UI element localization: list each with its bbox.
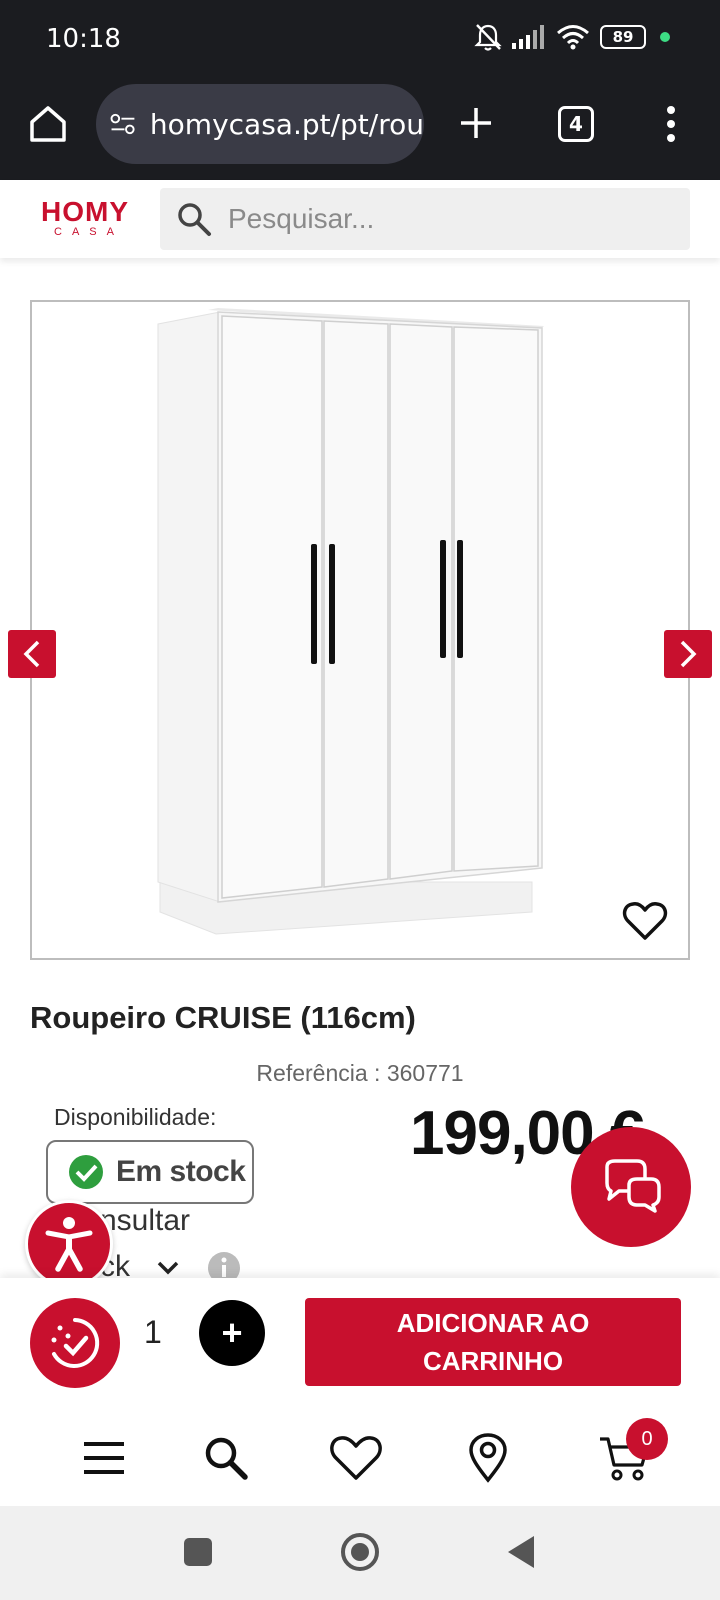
cart-count-badge: 0 bbox=[626, 1418, 668, 1460]
chevron-down-icon bbox=[158, 1261, 179, 1275]
site-header: HOMY CASA Pesquisar... bbox=[0, 180, 720, 258]
url-bar[interactable]: homycasa.pt/pt/rou bbox=[96, 84, 424, 164]
add-to-cart-button[interactable]: ADICIONAR AO CARRINHO bbox=[305, 1298, 681, 1386]
hamburger-menu-icon bbox=[84, 1442, 124, 1474]
home-circle-icon[interactable] bbox=[339, 1531, 381, 1573]
accessibility-button[interactable] bbox=[25, 1200, 113, 1288]
android-navigation-bar bbox=[0, 1506, 720, 1600]
heart-icon bbox=[330, 1436, 382, 1480]
stock-status-badge: Em stock bbox=[46, 1140, 254, 1204]
battery-indicator: 89 bbox=[600, 25, 646, 49]
browser-toolbar: homycasa.pt/pt/rou 4 bbox=[0, 80, 720, 180]
bottom-navigation bbox=[0, 1404, 720, 1506]
new-tab-icon[interactable] bbox=[455, 102, 497, 144]
homy-casa-logo[interactable]: HOMY CASA bbox=[38, 198, 132, 239]
check-circle-icon bbox=[69, 1155, 103, 1189]
status-icons: 89 bbox=[474, 22, 670, 52]
chat-button[interactable] bbox=[571, 1127, 691, 1247]
wishlist-heart-icon[interactable] bbox=[622, 900, 668, 942]
consult-stock-link[interactable]: nsultar bbox=[100, 1204, 190, 1238]
chevron-right-icon bbox=[680, 640, 697, 668]
recent-apps-icon[interactable] bbox=[182, 1536, 214, 1568]
url-text: homycasa.pt/pt/rou bbox=[149, 107, 424, 141]
next-image-button[interactable] bbox=[664, 630, 712, 678]
location-pin-icon bbox=[469, 1433, 507, 1483]
search-placeholder: Pesquisar... bbox=[228, 203, 375, 234]
bell-off-icon bbox=[474, 24, 502, 51]
wifi-icon bbox=[557, 25, 589, 50]
fast-check-icon bbox=[51, 1318, 100, 1368]
nav-menu[interactable] bbox=[76, 1430, 132, 1486]
search-input[interactable]: Pesquisar... bbox=[160, 188, 690, 250]
product-image[interactable] bbox=[30, 300, 690, 960]
quantity-value[interactable]: 1 bbox=[144, 1314, 162, 1351]
accessibility-icon bbox=[45, 1217, 93, 1272]
chevron-left-icon bbox=[23, 640, 40, 668]
wardrobe-image bbox=[157, 308, 544, 935]
availability-label: Disponibilidade: bbox=[54, 1104, 217, 1130]
fast-delivery-button[interactable] bbox=[30, 1298, 120, 1388]
add-to-cart-bar: 1 + ADICIONAR AO CARRINHO bbox=[0, 1278, 720, 1404]
site-settings-icon[interactable] bbox=[110, 110, 136, 138]
nav-search[interactable] bbox=[198, 1430, 254, 1486]
back-triangle-icon[interactable] bbox=[506, 1534, 538, 1570]
more-menu-icon[interactable] bbox=[660, 104, 682, 144]
nav-wishlist[interactable] bbox=[328, 1430, 384, 1486]
signal-icon bbox=[512, 25, 544, 49]
product-title: Roupeiro CRUISE (116cm) bbox=[30, 1000, 416, 1035]
chat-bubbles-icon bbox=[605, 1159, 661, 1213]
status-bar: 10:18 89 bbox=[0, 0, 720, 80]
nav-stores[interactable] bbox=[460, 1430, 516, 1486]
status-time: 10:18 bbox=[46, 24, 121, 54]
tab-switcher-button[interactable]: 4 bbox=[558, 106, 594, 142]
home-icon[interactable] bbox=[26, 102, 70, 146]
product-reference: Referência : 360771 bbox=[256, 1060, 464, 1086]
quantity-increase-button[interactable]: + bbox=[199, 1300, 265, 1366]
search-icon bbox=[205, 1437, 248, 1480]
stock-status-text: Em stock bbox=[116, 1155, 246, 1188]
previous-image-button[interactable] bbox=[8, 630, 56, 678]
search-icon bbox=[178, 203, 211, 236]
privacy-dot bbox=[660, 32, 670, 42]
